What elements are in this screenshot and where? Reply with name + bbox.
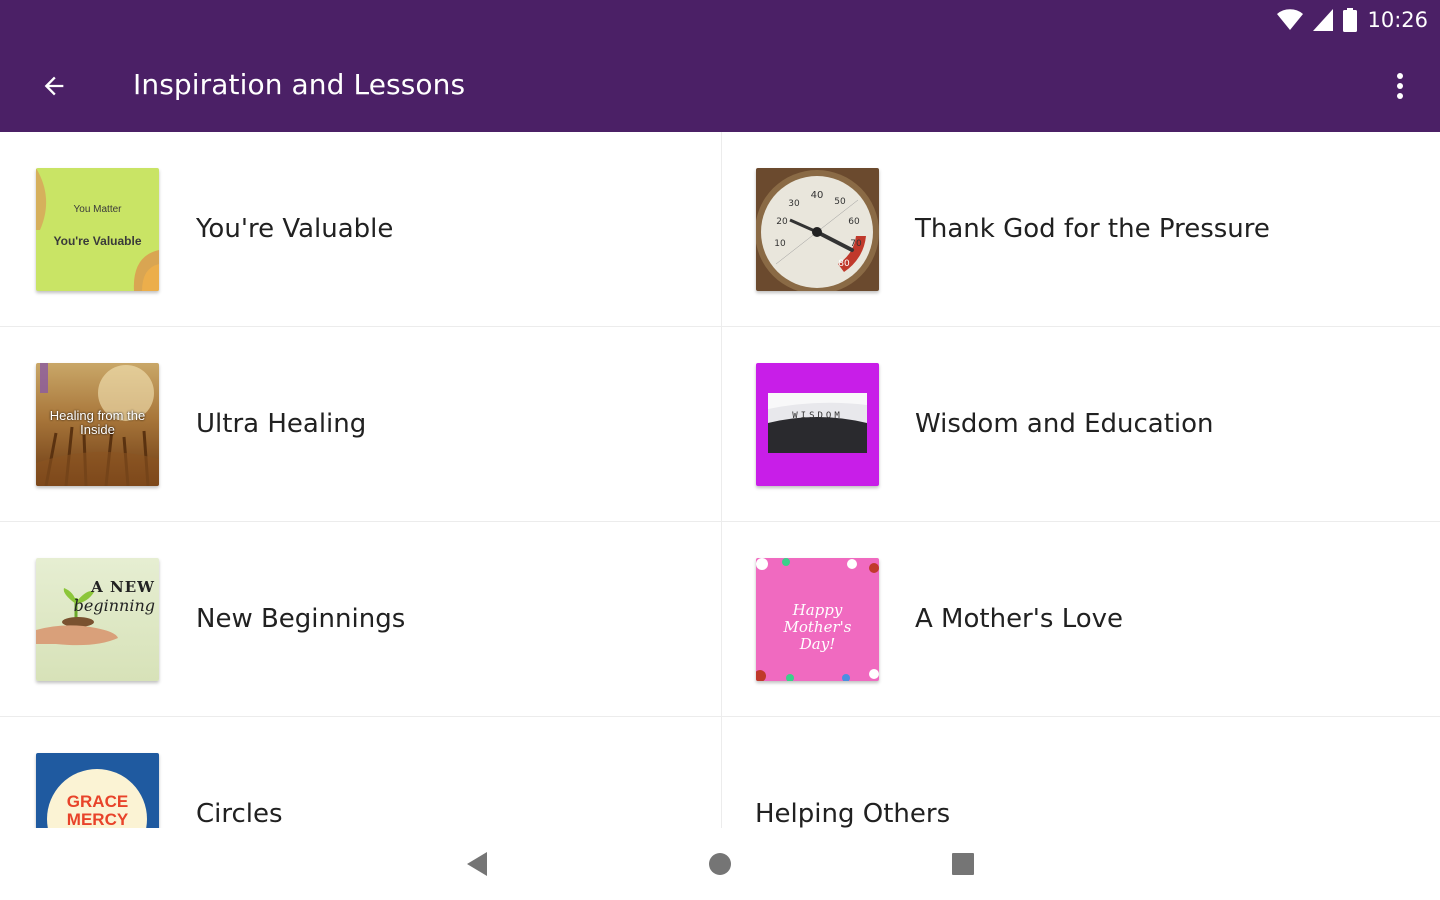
tile-label: Wisdom and Education xyxy=(915,409,1214,439)
wifi-icon xyxy=(1277,9,1304,30)
wisdom-typewriter-art xyxy=(768,393,867,453)
arrow-back-icon xyxy=(44,76,64,96)
thumbnail-ultra-healing: Healing from the Inside xyxy=(36,363,159,486)
status-time: 10:26 xyxy=(1367,8,1428,32)
nav-home-button[interactable] xyxy=(700,844,740,884)
thumb-text: Healing from the Inside xyxy=(49,408,146,437)
tile-a-mothers-love[interactable]: Happy Mother's Day! A Mother's Love xyxy=(720,522,1440,717)
gauge-tick-label: 20 xyxy=(776,217,788,227)
nav-home-icon xyxy=(709,853,731,875)
status-icons: 10:26 xyxy=(1277,6,1428,34)
thumb-text: beginning xyxy=(73,596,155,615)
thumbnail-wisdom: WISDOM xyxy=(756,363,879,486)
battery-icon xyxy=(1343,8,1358,32)
back-button[interactable] xyxy=(26,62,82,110)
thumb-text: You Matter xyxy=(73,204,122,215)
tile-label: Thank God for the Pressure xyxy=(915,214,1270,244)
thumbnail-mothers-love: Happy Mother's Day! xyxy=(756,558,879,681)
thumb-text: A NEW xyxy=(91,578,155,596)
more-vert-icon xyxy=(1397,73,1403,99)
cell-signal-icon xyxy=(1313,9,1334,31)
tile-wisdom-and-education[interactable]: WISDOM Wisdom and Education xyxy=(720,327,1440,522)
overflow-menu-button[interactable] xyxy=(1382,62,1418,110)
gauge-tick-label: 70 xyxy=(850,239,862,249)
app-bar: 10:26 Inspiration and Lessons xyxy=(0,0,1440,132)
thumbnail-new-beginnings: A NEW beginning xyxy=(36,558,159,681)
nav-back-icon xyxy=(467,852,487,876)
thumb-text: MERCY xyxy=(66,810,129,829)
gauge-icon: 40 50 30 60 20 70 10 80 xyxy=(756,170,879,291)
tile-label: A Mother's Love xyxy=(915,604,1124,634)
thumbnail-youre-valuable: You Matter You're Valuable xyxy=(36,168,159,291)
tile-label: New Beginnings xyxy=(196,604,406,634)
gauge-tick-label: 30 xyxy=(788,199,800,209)
category-grid: You Matter You're Valuable You're Valuab… xyxy=(0,132,1440,828)
gauge-tick-label: 50 xyxy=(834,197,846,207)
gauge-tick-label: 60 xyxy=(848,217,860,227)
tile-youre-valuable[interactable]: You Matter You're Valuable You're Valuab… xyxy=(0,132,720,327)
status-bar: 10:26 xyxy=(0,0,1440,40)
tile-label: Circles xyxy=(196,799,283,828)
sprout-hand-art xyxy=(36,588,118,646)
tile-helping-others[interactable]: Helping Others xyxy=(720,717,1440,828)
tile-ultra-healing[interactable]: Healing from the Inside Ultra Healing xyxy=(0,327,720,522)
thumb-text: Happy Mother's Day! xyxy=(783,601,852,653)
system-nav-bar xyxy=(0,828,1440,900)
tile-thank-god-for-the-pressure[interactable]: 40 50 30 60 20 70 10 80 Thank God for th… xyxy=(720,132,1440,327)
tile-circles[interactable]: GRACE MERCY Circles xyxy=(0,717,720,828)
gauge-tick-label: 40 xyxy=(811,190,824,201)
thumb-text: GRACE xyxy=(66,792,129,811)
nav-back-button[interactable] xyxy=(457,844,497,884)
tile-label: You're Valuable xyxy=(196,214,394,244)
thumb-text: WISDOM xyxy=(792,411,843,421)
thumbnail-pressure-gauge: 40 50 30 60 20 70 10 80 xyxy=(756,168,879,291)
toolbar: Inspiration and Lessons xyxy=(0,40,1440,132)
nav-recents-button[interactable] xyxy=(943,844,983,884)
tile-label: Helping Others xyxy=(755,799,951,828)
thumbnail-art xyxy=(36,168,159,291)
gauge-tick-label: 80 xyxy=(838,259,850,269)
tile-label: Ultra Healing xyxy=(196,409,367,439)
page-title: Inspiration and Lessons xyxy=(133,68,466,101)
thumb-text: You're Valuable xyxy=(53,234,142,248)
nav-recents-icon xyxy=(952,853,974,875)
thumbnail-circles: GRACE MERCY xyxy=(36,753,159,828)
gauge-tick-label: 10 xyxy=(774,239,786,249)
tile-new-beginnings[interactable]: A NEW beginning New Beginnings xyxy=(0,522,720,717)
